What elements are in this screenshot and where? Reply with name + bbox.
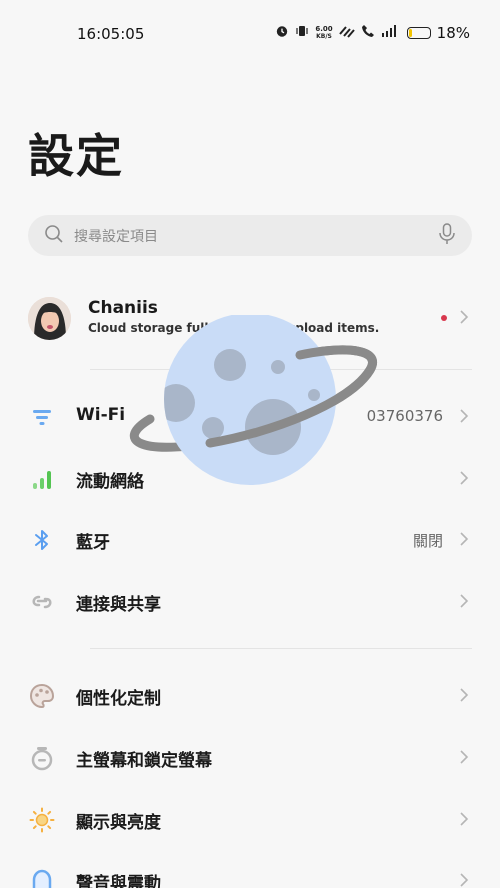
settings-item-label: 聲音與震動 <box>76 874 161 888</box>
settings-item-label: 個性化定制 <box>76 689 161 709</box>
bell-icon <box>28 867 56 888</box>
net-speed: 6.00 KB/S <box>315 25 333 40</box>
chevron-right-icon <box>460 873 469 887</box>
avatar <box>28 297 71 340</box>
status-bar: 16:05:05 6.00 KB/S 18% <box>0 0 500 66</box>
chevron-right-icon <box>460 812 469 826</box>
account-name: Chaniis <box>88 298 158 318</box>
status-time: 16:05:05 <box>77 25 145 43</box>
bluetooth-status: 關閉 <box>412 532 443 550</box>
battery-icon <box>406 27 431 39</box>
notification-dot <box>441 315 447 321</box>
settings-item-mobile-network[interactable]: 流動網絡 <box>28 453 478 503</box>
chevron-right-icon <box>460 310 469 324</box>
settings-item-display-brightness[interactable]: 顯示與亮度 <box>28 794 478 844</box>
page-title: 設定 <box>28 129 124 183</box>
bluetooth-icon <box>28 526 56 554</box>
settings-item-personalization[interactable]: 個性化定制 <box>28 670 478 720</box>
chevron-right-icon <box>460 750 469 764</box>
settings-item-home-lock-screen[interactable]: 主螢幕和鎖定螢幕 <box>28 732 478 782</box>
chevron-right-icon <box>460 409 469 423</box>
call-icon <box>361 24 375 42</box>
search-icon <box>44 224 64 248</box>
microphone-icon[interactable] <box>438 222 456 249</box>
wifi-network-name: 03760376 <box>366 407 443 425</box>
settings-item-label: 連接與共享 <box>76 595 161 615</box>
account-status: Cloud storage full. Unable to upload ite… <box>88 321 380 335</box>
link-icon <box>28 588 56 616</box>
battery-percent: 18% <box>436 24 470 42</box>
settings-item-bluetooth[interactable]: 藍牙 關閉 <box>28 514 478 564</box>
settings-item-label: 流動網絡 <box>76 472 144 492</box>
settings-item-label: Wi-Fi <box>76 405 126 425</box>
divider <box>90 369 472 370</box>
settings-item-sound-vibration[interactable]: 聲音與震動 <box>28 855 478 888</box>
signal-icon <box>381 24 401 42</box>
settings-item-label: 藍牙 <box>76 533 110 553</box>
chevron-right-icon <box>460 532 469 546</box>
alarm-icon <box>275 24 289 42</box>
vibrate-icon <box>295 24 309 42</box>
chevron-right-icon <box>460 688 469 702</box>
search-placeholder: 搜尋設定項目 <box>74 228 158 245</box>
settings-item-label: 顯示與亮度 <box>76 813 161 833</box>
settings-item-label: 主螢幕和鎖定螢幕 <box>76 751 212 771</box>
chevron-right-icon <box>460 594 469 608</box>
data-speed-icon <box>338 24 355 42</box>
account-row[interactable]: Chaniis Cloud storage full. Unable to up… <box>28 290 478 350</box>
search-input[interactable]: 搜尋設定項目 <box>28 215 472 256</box>
lock-screen-icon <box>28 744 56 772</box>
settings-item-wifi[interactable]: Wi-Fi 03760376 <box>28 391 478 441</box>
divider <box>90 648 472 649</box>
palette-icon <box>28 682 56 710</box>
status-icons: 6.00 KB/S 18% <box>275 22 470 44</box>
settings-item-connection-sharing[interactable]: 連接與共享 <box>28 576 478 626</box>
brightness-icon <box>28 806 56 834</box>
wifi-icon <box>28 403 56 431</box>
mobile-network-icon <box>28 465 56 493</box>
chevron-right-icon <box>460 471 469 485</box>
